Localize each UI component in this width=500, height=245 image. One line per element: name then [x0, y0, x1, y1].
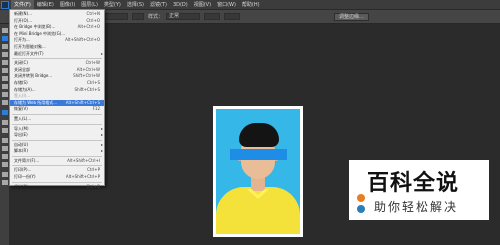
shirt-shape [216, 187, 300, 234]
menu-separator [12, 139, 102, 141]
menu-item-check-in: 签入(I)... [10, 93, 104, 100]
menu-item-label: 置入(L)... [14, 115, 32, 121]
zoom-tool-icon[interactable] [2, 180, 8, 185]
file-menu-dropdown: 新建(N)... Ctrl+N 打开(O)... Ctrl+O 在 Bridge 中… [9, 9, 105, 189]
menu-item-shortcut: Shift+Ctrl+S [74, 86, 100, 92]
menu-item-print-one-copy[interactable]: 打印一份(Y) Alt+Shift+Ctrl+P [10, 174, 104, 181]
menu-item-label: 关闭(C) [14, 60, 28, 66]
stamp-tool-icon[interactable] [2, 92, 8, 97]
gradient-tool-icon[interactable] [2, 120, 8, 125]
brush-tool-icon[interactable] [2, 84, 8, 89]
menu-item-exit[interactable]: 退出(X) Ctrl+Q [10, 184, 104, 191]
menu-item-file-info[interactable]: 文件简介(F)... Alt+Shift+Ctrl+I [10, 158, 104, 165]
menu-item-label: 最近打开文件(T) [14, 50, 44, 56]
menu-item-close-go-bridge[interactable]: 关闭并转到 Bridge... Shift+Ctrl+W [10, 73, 104, 80]
menu-window[interactable]: 窗口(W) [214, 0, 239, 10]
pen-tool-icon[interactable] [2, 138, 8, 143]
style-label: 样式： [148, 14, 164, 20]
height-field[interactable] [224, 13, 241, 20]
menu-item-close[interactable]: 关闭(C) Ctrl+W [10, 60, 104, 67]
watermark-orange-dot [357, 194, 365, 202]
menu-item-shortcut: Alt+Ctrl+O [77, 24, 100, 30]
menu-item-label: 恢复(V) [14, 106, 28, 112]
lasso-tool-icon[interactable] [2, 44, 8, 49]
menu-view[interactable]: 视图(V) [191, 0, 214, 10]
menu-3d[interactable]: 3D(D) [170, 0, 191, 10]
hand-tool-icon[interactable] [2, 172, 8, 177]
crop-tool-icon[interactable] [2, 60, 8, 65]
menu-item-label: 签入(I)... [14, 93, 31, 99]
menu-item-shortcut: Shift+Ctrl+W [73, 73, 100, 79]
menu-item-shortcut: Alt+Shift+Ctrl+I [67, 157, 100, 163]
eraser-tool-icon[interactable] [2, 110, 8, 115]
menu-separator [12, 113, 102, 115]
menu-item-label: 导出(E) [14, 132, 28, 138]
eyedropper-tool-icon[interactable] [2, 68, 8, 73]
menu-item-label: 打开为... [14, 37, 30, 43]
document-canvas[interactable] [213, 106, 303, 237]
marquee-tool-icon[interactable] [2, 36, 8, 41]
menu-item-open-smart-object[interactable]: 打开为智能对象... [10, 44, 104, 51]
menu-item-save[interactable]: 存储(S) Ctrl+S [10, 80, 104, 87]
hair-shape [239, 123, 279, 147]
watermark-subtitle: 助你轻松解决 [374, 200, 459, 214]
menu-item-label: 文件简介(F)... [14, 157, 40, 163]
refine-edge-button[interactable]: 调整边缘... [334, 12, 369, 21]
menu-separator [12, 123, 102, 125]
menu-item-shortcut: Ctrl+P [87, 167, 100, 173]
menu-item-shortcut: Ctrl+O [86, 17, 100, 23]
neck-shape [251, 177, 265, 191]
menu-item-browse-bridge[interactable]: 在 Bridge 中浏览(B)... Alt+Ctrl+O [10, 24, 104, 31]
quick-select-tool-icon[interactable] [2, 52, 8, 57]
photoshop-app-icon [1, 0, 9, 9]
menu-item-shortcut: Alt+Shift+Ctrl+O [65, 37, 100, 43]
menu-item-revert[interactable]: 恢复(V) F12 [10, 106, 104, 113]
menu-item-new[interactable]: 新建(N)... Ctrl+N [10, 11, 104, 18]
feather-field[interactable] [102, 13, 128, 20]
menu-item-label: 退出(X) [14, 183, 28, 189]
menu-item-label: 脚本(R) [14, 148, 28, 154]
style-value: 正常 [169, 13, 180, 19]
menu-separator [12, 181, 102, 183]
menu-item-shortcut: Ctrl+W [85, 60, 100, 66]
menu-select[interactable]: 选择(S) [124, 0, 147, 10]
watermark-blue-dot [357, 205, 365, 213]
healing-tool-icon[interactable] [2, 76, 8, 81]
menu-separator [12, 58, 102, 60]
menu-separator [12, 155, 102, 157]
style-select[interactable]: 正常 [166, 13, 201, 20]
menu-item-shortcut: Alt+Ctrl+W [76, 66, 100, 72]
menu-filter[interactable]: 滤镜(T) [147, 0, 170, 10]
move-tool-icon[interactable] [2, 28, 8, 33]
menu-item-export[interactable]: 导出(E) [10, 132, 104, 139]
anti-alias-checkbox[interactable] [132, 13, 144, 20]
menu-item-label: 新建(N)... [14, 11, 32, 16]
menu-item-recent-files[interactable]: 最近打开文件(T) [10, 51, 104, 58]
watermark-logo: 百科全说 助你轻松解决 [349, 160, 489, 220]
menu-item-scripts[interactable]: 脚本(R) [10, 148, 104, 155]
menu-item-shortcut: Ctrl+N [86, 11, 100, 16]
width-field[interactable] [204, 13, 221, 20]
menu-item-shortcut: F12 [92, 106, 100, 112]
menu-item-open-as[interactable]: 打开为... Alt+Shift+Ctrl+O [10, 37, 104, 44]
watermark-title: 百科全说 [367, 171, 460, 196]
menu-item-shortcut: Ctrl+S [86, 79, 100, 85]
menu-item-shortcut: Ctrl+Q [86, 183, 100, 189]
id-photo-image [216, 109, 300, 234]
menu-item-label: 打开为智能对象... [14, 43, 46, 49]
menu-help[interactable]: 帮助(H) [239, 0, 263, 10]
menu-item-label: 打印一份(Y) [14, 174, 36, 180]
menu-item-shortcut: Alt+Shift+Ctrl+S [65, 99, 100, 105]
menu-item-label: 在 Bridge 中浏览(B)... [14, 24, 56, 30]
menu-item-label: 存储(S) [14, 79, 28, 85]
dodge-tool-icon[interactable] [2, 128, 8, 133]
history-brush-tool-icon[interactable] [2, 100, 8, 105]
menu-item-place[interactable]: 置入(L)... [10, 116, 104, 123]
shape-tool-icon[interactable] [2, 162, 8, 167]
menu-item-label: 关闭并转到 Bridge... [14, 73, 53, 79]
path-select-tool-icon[interactable] [2, 154, 8, 159]
menu-item-shortcut: Alt+Shift+Ctrl+P [65, 174, 100, 180]
type-tool-icon[interactable] [2, 146, 8, 151]
eye-censor-bar [230, 149, 287, 160]
